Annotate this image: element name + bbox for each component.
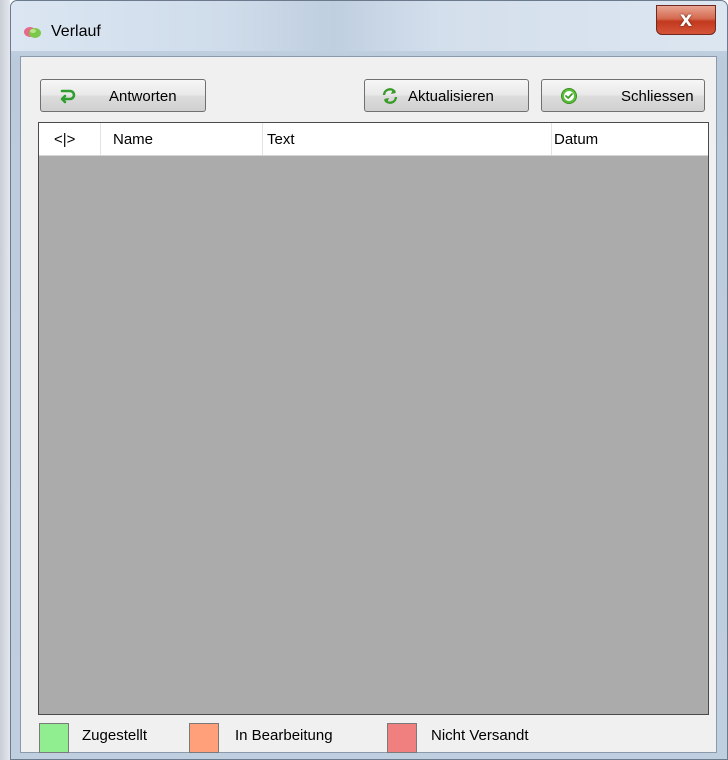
window-title: Verlauf: [51, 23, 101, 40]
close-button-label: Schliessen: [621, 88, 694, 105]
close-button[interactable]: Schliessen: [541, 79, 705, 112]
refresh-button-label: Aktualisieren: [408, 88, 494, 105]
column-header-name-label: Name: [113, 131, 154, 148]
history-bubbles-icon: [24, 27, 41, 38]
reply-button-label: Antworten: [109, 88, 177, 105]
legend-swatch-not-sent: [387, 723, 417, 753]
column-header-expand-label: <|>: [54, 131, 76, 148]
window-close-button[interactable]: X: [656, 5, 716, 35]
list-header: <|> Name Text Datum: [39, 123, 708, 156]
reply-arrow-icon: [60, 89, 76, 104]
legend-label-delivered: Zugestellt: [82, 727, 148, 744]
refresh-button[interactable]: Aktualisieren: [364, 79, 529, 112]
column-header-name[interactable]: Name: [101, 123, 263, 155]
column-header-expand[interactable]: <|>: [39, 123, 101, 155]
history-list[interactable]: <|> Name Text Datum: [38, 122, 709, 715]
column-header-text[interactable]: Text: [263, 123, 552, 155]
legend-label-in-progress: In Bearbeitung: [235, 727, 333, 744]
background-window-edge: [0, 0, 10, 760]
client-area: Antworten Aktualisieren Schliessen <|> N…: [20, 56, 717, 753]
reply-button[interactable]: Antworten: [40, 79, 206, 112]
legend-swatch-delivered: [39, 723, 69, 753]
window-frame: Verlauf X Antworten Aktualisieren Schlie…: [10, 0, 728, 760]
legend-label-not-sent: Nicht Versandt: [431, 727, 529, 744]
column-header-text-label: Text: [267, 131, 295, 148]
verlauf-window: Verlauf X Antworten Aktualisieren Schlie…: [0, 0, 728, 760]
column-header-datum[interactable]: Datum: [552, 123, 708, 155]
legend-swatch-in-progress: [189, 723, 219, 753]
refresh-icon: [382, 88, 398, 104]
title-bar[interactable]: Verlauf X: [11, 1, 727, 51]
column-header-datum-label: Datum: [554, 131, 599, 148]
close-icon: X: [679, 10, 693, 30]
checkmark-circle-icon: [561, 88, 577, 104]
